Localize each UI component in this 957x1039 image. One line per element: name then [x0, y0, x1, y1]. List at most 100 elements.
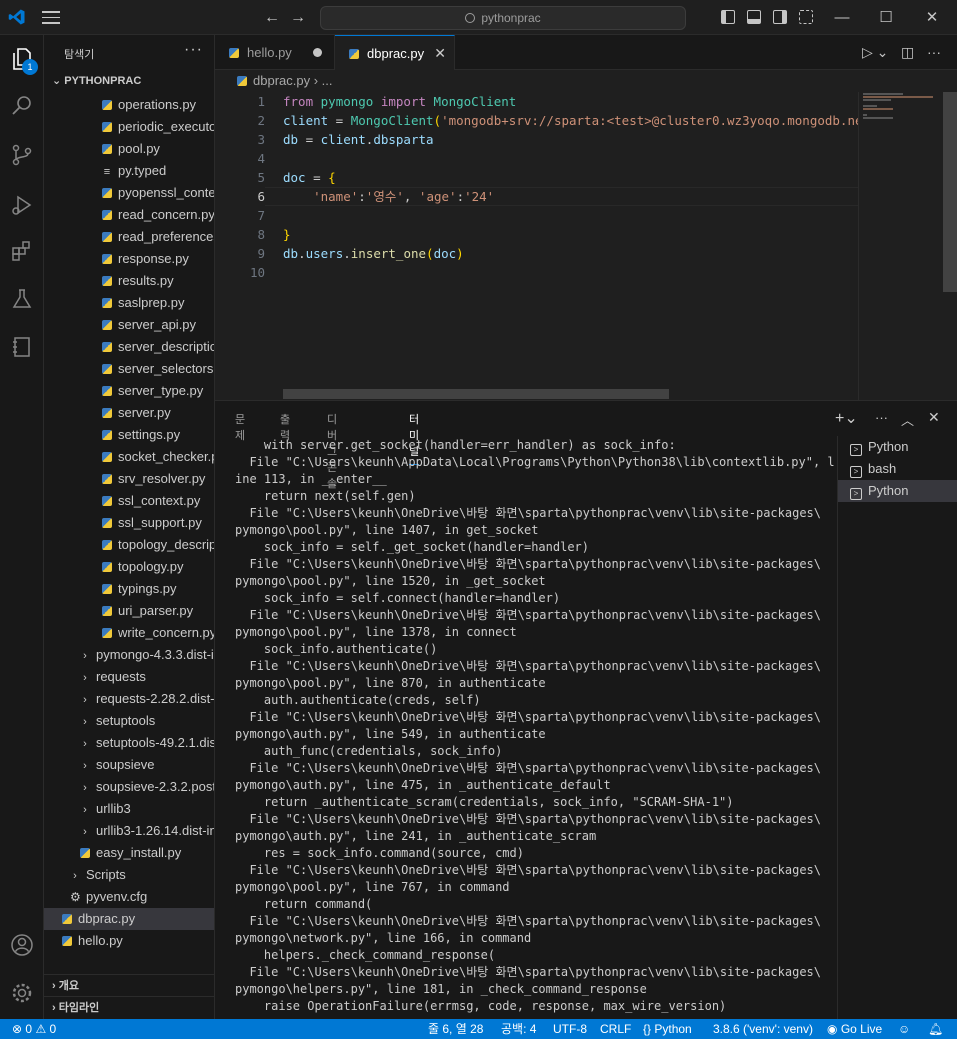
cursor-position[interactable]: 줄 6, 열 28	[428, 1019, 483, 1039]
go-live[interactable]: ◉ Go Live	[827, 1019, 882, 1039]
minimap[interactable]	[858, 92, 943, 400]
editor-vertical-scrollbar[interactable]	[943, 92, 957, 400]
tree-item[interactable]: saslprep.py	[44, 292, 214, 314]
toggle-secondary-sidebar-icon[interactable]	[773, 10, 787, 24]
search-icon[interactable]	[10, 93, 34, 117]
tree-item[interactable]: ssl_support.py	[44, 512, 214, 534]
arrow-left-icon[interactable]: ←	[262, 8, 282, 28]
tree-item[interactable]: › requests-2.28.2.dist-info	[44, 688, 214, 710]
command-center-search[interactable]: pythonprac	[320, 6, 686, 30]
more-panel-actions-icon[interactable]: ···	[875, 410, 888, 425]
tree-item[interactable]: typings.py	[44, 578, 214, 600]
toggle-primary-sidebar-icon[interactable]	[721, 10, 735, 24]
manage-gear-icon[interactable]	[10, 981, 34, 1005]
tree-item[interactable]: › Scripts	[44, 864, 214, 886]
terminal-line: File "C:\Users\keunh\OneDrive\바탕 화면\spar…	[235, 659, 822, 673]
tree-item-label: uri_parser.py	[118, 603, 194, 618]
feedback-icon[interactable]: ☺	[898, 1019, 910, 1039]
run-python-icon[interactable]: ▷ ⌄	[862, 44, 888, 61]
end-of-line[interactable]: CRLF	[600, 1019, 631, 1039]
terminal-line: File "C:\Users\keunh\OneDrive\바탕 화면\spar…	[235, 506, 822, 520]
editor-horizontal-scrollbar[interactable]	[283, 389, 669, 399]
tree-item[interactable]: dbprac.py	[44, 908, 214, 930]
tree-item[interactable]: server.py	[44, 402, 214, 424]
scrollbar-thumb[interactable]	[943, 92, 957, 292]
workspace-root[interactable]: ⌄ PYTHONPRAC	[44, 70, 214, 92]
tree-item[interactable]: server_type.py	[44, 380, 214, 402]
tree-item[interactable]: › urllib3-1.26.14.dist-info	[44, 820, 214, 842]
tree-item[interactable]: › urllib3	[44, 798, 214, 820]
tree-item[interactable]: uri_parser.py	[44, 600, 214, 622]
tree-item[interactable]: › soupsieve	[44, 754, 214, 776]
tree-item[interactable]: read_preferences.py	[44, 226, 214, 248]
arrow-right-icon[interactable]: →	[288, 8, 308, 28]
code-editor[interactable]: 1 2 3 4 5 6 7 8 9 10 from pymongo import MongoCli…	[215, 92, 957, 400]
tab-dbprac-py[interactable]: dbprac.py ✕	[335, 35, 455, 70]
more-editor-actions-icon[interactable]: ···	[927, 44, 941, 60]
tree-item[interactable]: ssl_context.py	[44, 490, 214, 512]
tree-item[interactable]: periodic_executor.py	[44, 116, 214, 138]
close-tab-icon[interactable]: ✕	[434, 36, 446, 71]
tree-item[interactable]: server_selectors.py	[44, 358, 214, 380]
indentation[interactable]: 공백: 4	[501, 1019, 536, 1039]
terminal-output[interactable]: with server.get_socket(handler=err_handl…	[235, 437, 835, 1020]
tree-item[interactable]: topology_description.py	[44, 534, 214, 556]
tree-item[interactable]: easy_install.py	[44, 842, 214, 864]
tree-item[interactable]: write_concern.py	[44, 622, 214, 644]
tree-item[interactable]: › requests	[44, 666, 214, 688]
tree-item[interactable]: results.py	[44, 270, 214, 292]
tree-item[interactable]: pyopenssl_context.py	[44, 182, 214, 204]
tree-item[interactable]: topology.py	[44, 556, 214, 578]
maximize-icon[interactable]: ☐	[876, 8, 896, 28]
tree-item-label: setuptools	[96, 713, 156, 728]
maximize-panel-icon[interactable]: ︿	[901, 410, 914, 429]
tree-item[interactable]: › soupsieve-2.3.2.post1.dist-info	[44, 776, 214, 798]
tab-hello-py[interactable]: hello.py	[215, 35, 335, 70]
tree-item[interactable]: pool.py	[44, 138, 214, 160]
toggle-panel-icon[interactable]	[747, 10, 761, 24]
notifications-bell-icon[interactable]: 🔔︎	[928, 1019, 943, 1039]
unsaved-dot-icon[interactable]	[313, 48, 322, 57]
language-mode[interactable]: {} Python	[643, 1019, 692, 1039]
testing-flask-icon[interactable]	[10, 287, 34, 311]
code-content[interactable]: from pymongo import MongoClient client =…	[283, 92, 858, 282]
new-terminal-icon[interactable]: +⌄	[835, 408, 858, 428]
tree-item[interactable]: server_api.py	[44, 314, 214, 336]
close-window-icon[interactable]: ✕	[922, 8, 942, 28]
account-icon[interactable]	[10, 933, 34, 957]
timeline-section[interactable]: › 타임라인	[44, 996, 214, 1018]
breadcrumb-symbol[interactable]: ...	[322, 73, 333, 88]
customize-layout-icon[interactable]	[799, 10, 813, 24]
split-editor-icon[interactable]: ◫	[901, 44, 914, 61]
encoding[interactable]: UTF-8	[553, 1019, 587, 1039]
more-actions-icon[interactable]: ···	[184, 41, 203, 59]
tree-item[interactable]: settings.py	[44, 424, 214, 446]
tree-item[interactable]: operations.py	[44, 94, 214, 116]
tree-item[interactable]: srv_resolver.py	[44, 468, 214, 490]
problems-status[interactable]: ⊗ 0 ⚠ 0	[12, 1019, 56, 1039]
tree-item[interactable]: › setuptools	[44, 710, 214, 732]
tree-item[interactable]: read_concern.py	[44, 204, 214, 226]
run-debug-icon[interactable]	[10, 193, 34, 217]
tree-item[interactable]: › setuptools-49.2.1.dist-info	[44, 732, 214, 754]
tree-item[interactable]: socket_checker.py	[44, 446, 214, 468]
tree-item[interactable]: › pymongo-4.3.3.dist-info	[44, 644, 214, 666]
terminal-instance[interactable]: > Python	[838, 480, 957, 502]
python-interpreter[interactable]: 3.8.6 ('venv': venv)	[713, 1019, 813, 1039]
source-control-icon[interactable]	[10, 143, 34, 167]
notebook-icon[interactable]	[10, 335, 34, 359]
tree-item[interactable]: hello.py	[44, 930, 214, 952]
terminal-instance[interactable]: > Python	[838, 436, 957, 458]
menu-icon[interactable]	[42, 11, 60, 25]
terminal-line: pymongo\auth.py", line 549, in authentic…	[235, 727, 546, 741]
breadcrumb-file[interactable]: dbprac.py	[253, 73, 310, 88]
tree-item[interactable]: ⚙ pyvenv.cfg	[44, 886, 214, 908]
close-panel-icon[interactable]: ✕	[928, 409, 940, 426]
minimize-icon[interactable]: —	[832, 8, 852, 28]
tree-item[interactable]: ≡ py.typed	[44, 160, 214, 182]
extensions-icon[interactable]	[10, 239, 34, 263]
outline-section[interactable]: › 개요	[44, 974, 214, 996]
tree-item[interactable]: server_description.py	[44, 336, 214, 358]
tree-item[interactable]: response.py	[44, 248, 214, 270]
terminal-instance[interactable]: > bash	[838, 458, 957, 480]
